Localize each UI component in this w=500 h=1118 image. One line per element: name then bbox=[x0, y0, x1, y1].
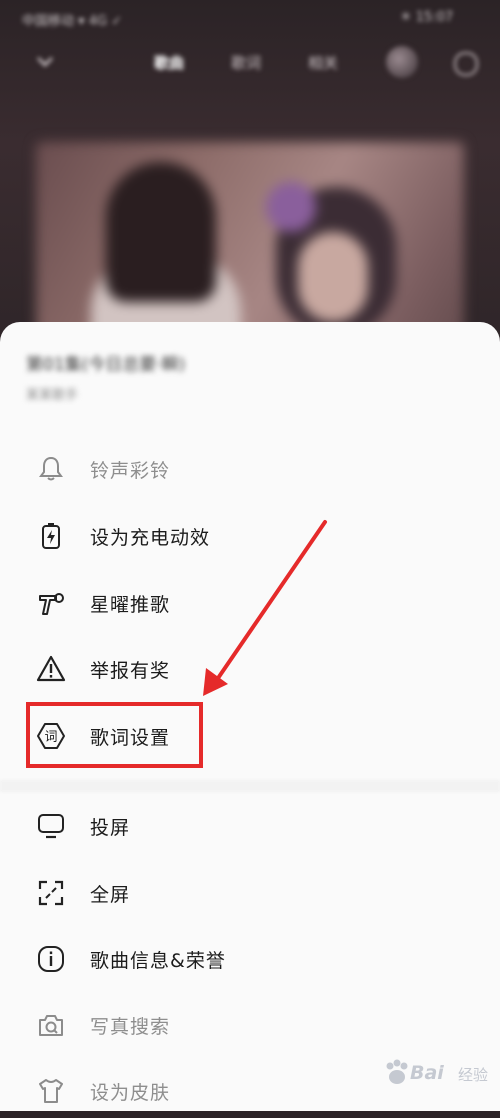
menu-item-photo-search[interactable]: 写真搜索 bbox=[0, 996, 500, 1052]
menu-item-label: 歌曲信息&荣誉 bbox=[90, 950, 226, 972]
menu-item-fullscreen[interactable]: 全屏 bbox=[0, 864, 500, 920]
paw-icon bbox=[386, 1059, 408, 1084]
status-right: ☀ 15:07 bbox=[400, 10, 454, 25]
menu-item-label: 写真搜索 bbox=[90, 1016, 171, 1038]
top-nav: 歌曲 歌词 相关 bbox=[0, 40, 500, 84]
avatar[interactable] bbox=[386, 46, 418, 78]
menu-item-label: 铃声彩铃 bbox=[90, 460, 171, 482]
chevron-down-icon[interactable] bbox=[34, 50, 56, 72]
bell-icon bbox=[39, 456, 63, 481]
menu-item-ringtone[interactable]: 铃声彩铃 bbox=[0, 440, 500, 496]
tab-related[interactable]: 相关 bbox=[308, 52, 338, 73]
watermark-brand: Bai bbox=[410, 1062, 444, 1084]
info-icon bbox=[38, 946, 64, 972]
warning-triangle-icon bbox=[36, 655, 66, 682]
song-artist: 某某歌手 bbox=[26, 388, 79, 403]
more-circle-icon[interactable] bbox=[454, 52, 478, 76]
menu-item-cast[interactable]: 投屏 bbox=[0, 797, 500, 853]
menu-item-label: 星曜推歌 bbox=[90, 594, 171, 616]
watermark-text: 经验 bbox=[458, 1066, 489, 1084]
tshirt-icon bbox=[39, 1079, 63, 1103]
song-header: 第01集(今日总要·瞬) 某某歌手 bbox=[0, 322, 500, 422]
menu-item-label: 投屏 bbox=[90, 817, 131, 839]
menu-item-label: 全屏 bbox=[90, 884, 131, 906]
menu-item-label: 举报有奖 bbox=[90, 660, 171, 682]
highlight-box bbox=[26, 702, 203, 768]
battery-charge-icon bbox=[42, 523, 60, 549]
section-divider bbox=[0, 780, 500, 792]
fullscreen-icon bbox=[38, 880, 64, 906]
camera-search-icon bbox=[39, 1015, 63, 1036]
menu-item-star-recommend[interactable]: 星曜推歌 bbox=[0, 574, 500, 630]
song-title: 第01集(今日总要·瞬) bbox=[26, 355, 186, 375]
megaphone-icon bbox=[39, 593, 64, 615]
tab-song[interactable]: 歌曲 bbox=[154, 52, 184, 73]
status-left: 中国移动 ▾ 4G ✓ bbox=[22, 14, 123, 29]
menu-item-report[interactable]: 举报有奖 bbox=[0, 640, 500, 696]
menu-item-label: 设为皮肤 bbox=[90, 1082, 171, 1104]
player-background: 中国移动 ▾ 4G ✓ ☀ 15:07 歌曲 歌词 相关 bbox=[0, 0, 500, 360]
status-bar: 中国移动 ▾ 4G ✓ ☀ 15:07 bbox=[0, 0, 500, 36]
baidu-jingyan-watermark: Bai 经验 bbox=[382, 1050, 494, 1100]
menu-item-label: 设为充电动效 bbox=[90, 527, 211, 549]
menu-item-song-info[interactable]: 歌曲信息&荣誉 bbox=[0, 930, 500, 986]
cast-screen-icon bbox=[38, 814, 64, 839]
tab-lyrics[interactable]: 歌词 bbox=[231, 52, 261, 73]
menu-item-charging-effect[interactable]: 设为充电动效 bbox=[0, 507, 500, 563]
